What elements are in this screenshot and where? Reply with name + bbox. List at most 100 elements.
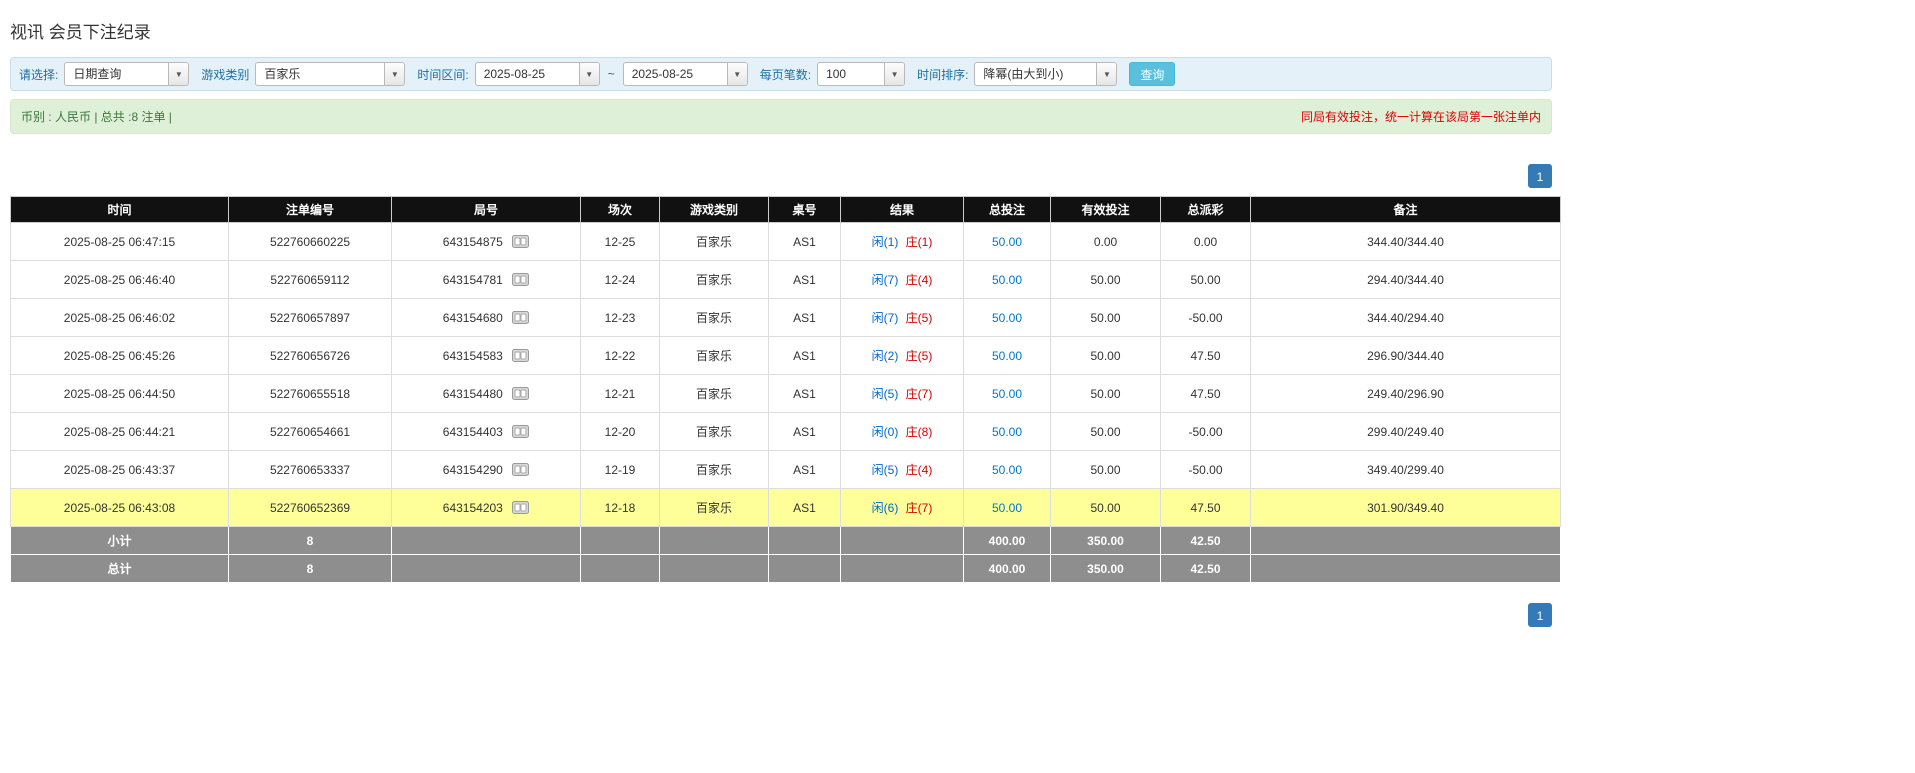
total-bet-link[interactable]: 50.00 bbox=[992, 501, 1022, 515]
cell-table-no: AS1 bbox=[769, 261, 841, 299]
cell-note: 299.40/249.40 bbox=[1251, 413, 1561, 451]
total-bet-link[interactable]: 50.00 bbox=[992, 311, 1022, 325]
column-header-2: 注单编号 bbox=[229, 197, 392, 223]
search-button[interactable]: 查询 bbox=[1129, 62, 1175, 86]
cell-game-type: 百家乐 bbox=[660, 375, 769, 413]
table-row: 2025-08-25 06:47:15 522760660225 6431548… bbox=[11, 223, 1561, 261]
cell-result: 闲(0) 庄(8) bbox=[841, 413, 964, 451]
sort-order-value: 降幂(由大到小) bbox=[975, 63, 1096, 85]
cell-valid-bet: 50.00 bbox=[1051, 451, 1161, 489]
cell-game-type: 百家乐 bbox=[660, 413, 769, 451]
cell-game-type: 百家乐 bbox=[660, 299, 769, 337]
page-container: 视讯 会员下注纪录 请选择: 日期查询 ▼ 游戏类别 百家乐 ▼ 时间区间: 2… bbox=[0, 0, 1552, 627]
cell-result: 闲(5) 庄(7) bbox=[841, 375, 964, 413]
cell-table-no: AS1 bbox=[769, 223, 841, 261]
column-header-4: 场次 bbox=[581, 197, 660, 223]
chevron-down-icon[interactable]: ▼ bbox=[1096, 63, 1116, 85]
cell-table-no: AS1 bbox=[769, 489, 841, 527]
chevron-down-icon[interactable]: ▼ bbox=[579, 63, 599, 85]
table-row: 2025-08-25 06:46:40 522760659112 6431547… bbox=[11, 261, 1561, 299]
table-row: 2025-08-25 06:44:21 522760654661 6431544… bbox=[11, 413, 1561, 451]
table-row: 2025-08-25 06:43:37 522760653337 6431542… bbox=[11, 451, 1561, 489]
cards-replay-icon[interactable] bbox=[512, 425, 529, 438]
summary-label-cell: 总计 bbox=[11, 555, 229, 583]
page-title: 视讯 会员下注纪录 bbox=[10, 18, 1552, 43]
cell-time: 2025-08-25 06:43:37 bbox=[11, 451, 229, 489]
cards-replay-icon[interactable] bbox=[512, 311, 529, 324]
cell-bet-id: 522760660225 bbox=[229, 223, 392, 261]
summary-count-cell: 8 bbox=[229, 555, 392, 583]
date-from-value: 2025-08-25 bbox=[476, 63, 579, 85]
cell-time: 2025-08-25 06:45:26 bbox=[11, 337, 229, 375]
cell-valid-bet: 0.00 bbox=[1051, 223, 1161, 261]
page-size-select[interactable]: 100 ▼ bbox=[817, 62, 905, 86]
cell-payout: 50.00 bbox=[1161, 261, 1251, 299]
total-bet-link[interactable]: 50.00 bbox=[992, 235, 1022, 249]
result-player: 闲(5) bbox=[872, 387, 899, 401]
summary-total-bet-cell: 400.00 bbox=[964, 555, 1051, 583]
cell-round: 643154583 bbox=[392, 337, 581, 375]
cards-replay-icon[interactable] bbox=[512, 463, 529, 476]
summary-payout-cell: 42.50 bbox=[1161, 555, 1251, 583]
result-player: 闲(7) bbox=[872, 311, 899, 325]
cell-result: 闲(6) 庄(7) bbox=[841, 489, 964, 527]
total-bet-link[interactable]: 50.00 bbox=[992, 425, 1022, 439]
page-button-1[interactable]: 1 bbox=[1528, 164, 1552, 188]
cell-table-no: AS1 bbox=[769, 375, 841, 413]
cell-result: 闲(1) 庄(1) bbox=[841, 223, 964, 261]
cards-replay-icon[interactable] bbox=[512, 273, 529, 286]
cell-round: 643154403 bbox=[392, 413, 581, 451]
summary-empty-cell bbox=[841, 527, 964, 555]
game-type-label: 游戏类别 bbox=[201, 66, 249, 83]
date-to-select[interactable]: 2025-08-25 ▼ bbox=[623, 62, 748, 86]
round-number: 643154875 bbox=[443, 235, 503, 249]
query-type-select[interactable]: 日期查询 ▼ bbox=[64, 62, 189, 86]
query-type-value: 日期查询 bbox=[65, 63, 168, 85]
chevron-down-icon[interactable]: ▼ bbox=[384, 63, 404, 85]
cell-payout: 47.50 bbox=[1161, 375, 1251, 413]
result-banker: 庄(4) bbox=[906, 273, 933, 287]
cell-payout: -50.00 bbox=[1161, 299, 1251, 337]
result-banker: 庄(4) bbox=[906, 463, 933, 477]
bet-records-table: 时间注单编号局号场次游戏类别桌号结果总投注有效投注总派彩备注 2025-08-2… bbox=[10, 196, 1561, 583]
total-bet-link[interactable]: 50.00 bbox=[992, 349, 1022, 363]
total-bet-link[interactable]: 50.00 bbox=[992, 463, 1022, 477]
cell-game-type: 百家乐 bbox=[660, 451, 769, 489]
chevron-down-icon[interactable]: ▼ bbox=[727, 63, 747, 85]
date-from-select[interactable]: 2025-08-25 ▼ bbox=[475, 62, 600, 86]
pagination-bottom: 1 bbox=[10, 603, 1552, 627]
total-bet-link[interactable]: 50.00 bbox=[992, 273, 1022, 287]
cell-game-type: 百家乐 bbox=[660, 489, 769, 527]
table-header-row: 时间注单编号局号场次游戏类别桌号结果总投注有效投注总派彩备注 bbox=[11, 197, 1561, 223]
result-banker: 庄(1) bbox=[906, 235, 933, 249]
cards-replay-icon[interactable] bbox=[512, 501, 529, 514]
result-banker: 庄(8) bbox=[906, 425, 933, 439]
cell-bet-id: 522760657897 bbox=[229, 299, 392, 337]
cell-note: 344.40/294.40 bbox=[1251, 299, 1561, 337]
cell-total-bet: 50.00 bbox=[964, 299, 1051, 337]
cell-round: 643154203 bbox=[392, 489, 581, 527]
total-bet-link[interactable]: 50.00 bbox=[992, 387, 1022, 401]
page-button-1[interactable]: 1 bbox=[1528, 603, 1552, 627]
cell-total-bet: 50.00 bbox=[964, 261, 1051, 299]
result-player: 闲(2) bbox=[872, 349, 899, 363]
cell-payout: -50.00 bbox=[1161, 413, 1251, 451]
summary-empty-cell bbox=[660, 527, 769, 555]
chevron-down-icon[interactable]: ▼ bbox=[884, 63, 904, 85]
cell-valid-bet: 50.00 bbox=[1051, 489, 1161, 527]
column-header-7: 结果 bbox=[841, 197, 964, 223]
cell-session: 12-18 bbox=[581, 489, 660, 527]
cell-time: 2025-08-25 06:46:40 bbox=[11, 261, 229, 299]
cards-replay-icon[interactable] bbox=[512, 235, 529, 248]
chevron-down-icon[interactable]: ▼ bbox=[168, 63, 188, 85]
summary-empty-cell bbox=[392, 555, 581, 583]
cell-round: 643154781 bbox=[392, 261, 581, 299]
pagination-top: 1 bbox=[10, 164, 1552, 188]
cell-session: 12-23 bbox=[581, 299, 660, 337]
sort-order-select[interactable]: 降幂(由大到小) ▼ bbox=[974, 62, 1117, 86]
cards-replay-icon[interactable] bbox=[512, 349, 529, 362]
round-number: 643154781 bbox=[443, 273, 503, 287]
game-type-select[interactable]: 百家乐 ▼ bbox=[255, 62, 405, 86]
cell-bet-id: 522760654661 bbox=[229, 413, 392, 451]
cards-replay-icon[interactable] bbox=[512, 387, 529, 400]
